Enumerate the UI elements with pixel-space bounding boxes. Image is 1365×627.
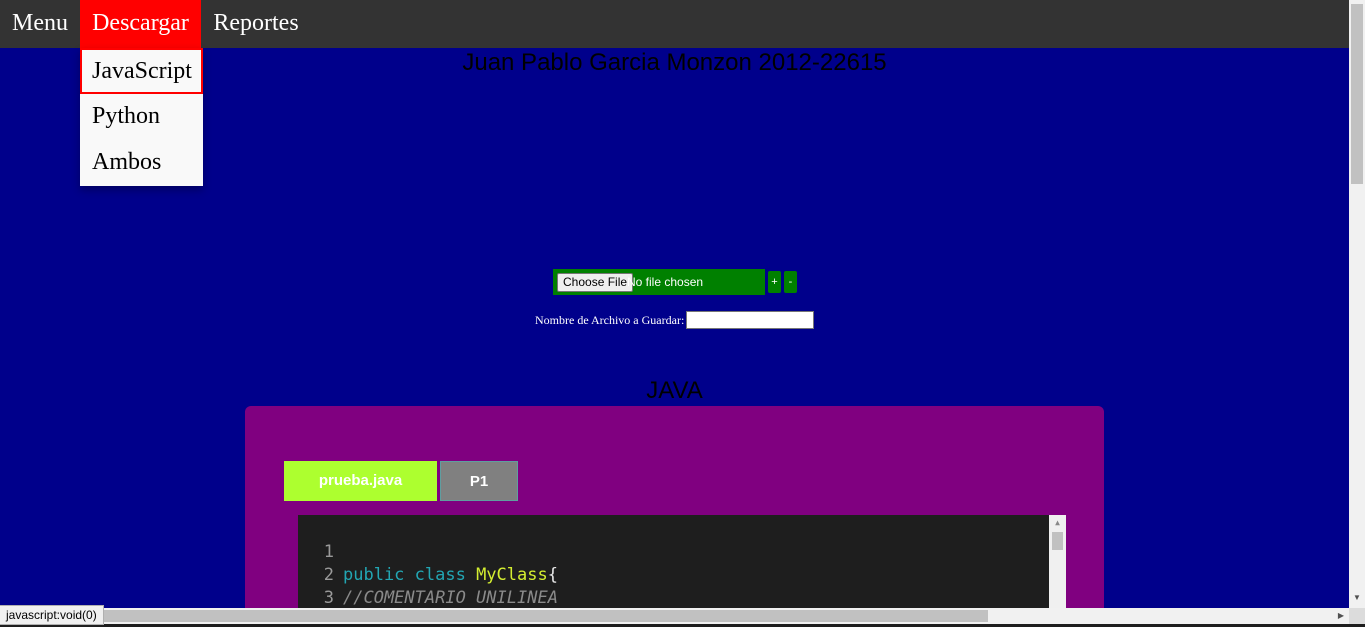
nav-menu[interactable]: Menu xyxy=(0,0,80,48)
tab-prueba-java[interactable]: prueba.java xyxy=(284,461,437,501)
scrollbar-corner xyxy=(1349,608,1365,624)
page-horizontal-scrollbar[interactable]: ▶ xyxy=(0,608,1349,624)
top-nav-bar: Menu Descargar Reportes xyxy=(0,0,1349,48)
horizontal-scroll-thumb[interactable] xyxy=(100,610,988,622)
choose-file-button[interactable]: Choose File xyxy=(557,273,634,292)
code-line: 3 /* xyxy=(298,564,359,608)
editor-scrollbar[interactable]: ▲ xyxy=(1049,515,1066,608)
add-button[interactable]: + xyxy=(768,271,781,293)
file-input-box: Choose File No file chosen xyxy=(553,269,765,295)
code-line: 4 xyxy=(298,587,359,608)
section-title: JAVA xyxy=(646,377,703,404)
save-filename-input[interactable] xyxy=(686,311,814,329)
dropdown-item-ambos[interactable]: Ambos xyxy=(80,140,203,186)
code-comment: //COMENTARIO UNILINEA xyxy=(343,588,558,608)
link-status-tooltip: javascript:void(0) xyxy=(0,605,104,625)
dropdown-item-python[interactable]: Python xyxy=(80,94,203,140)
code-class-name: MyClass xyxy=(476,565,548,585)
nav-reportes[interactable]: Reportes xyxy=(201,0,311,48)
code-line: 1 public class MyClass{ xyxy=(298,518,558,585)
scroll-down-icon[interactable]: ▼ xyxy=(1349,590,1365,606)
page-viewport: Menu Descargar Reportes Juan Pablo Garci… xyxy=(0,0,1349,608)
remove-button[interactable]: - xyxy=(784,271,797,293)
scroll-right-icon[interactable]: ▶ xyxy=(1333,608,1349,624)
code-editor[interactable]: 1 public class MyClass{ 2 //COMENTARIO U… xyxy=(298,515,1066,608)
nav-descargar[interactable]: Descargar xyxy=(80,0,201,48)
code-keyword: public class xyxy=(343,565,477,585)
code-brace: { xyxy=(547,565,558,585)
vertical-scroll-thumb[interactable] xyxy=(1351,4,1363,184)
file-status-text: No file chosen xyxy=(627,275,704,289)
dropdown-item-javascript[interactable]: JavaScript xyxy=(80,48,203,94)
page-vertical-scrollbar[interactable]: ▼ xyxy=(1349,0,1365,608)
editor-scroll-thumb[interactable] xyxy=(1052,532,1063,550)
descargar-dropdown: JavaScript Python Ambos xyxy=(80,48,203,186)
tab-p1[interactable]: P1 xyxy=(440,461,518,501)
code-line: 2 //COMENTARIO UNILINEA xyxy=(298,541,558,608)
scroll-up-icon[interactable]: ▲ xyxy=(1049,515,1066,531)
save-filename-label: Nombre de Archivo a Guardar: xyxy=(535,313,685,327)
